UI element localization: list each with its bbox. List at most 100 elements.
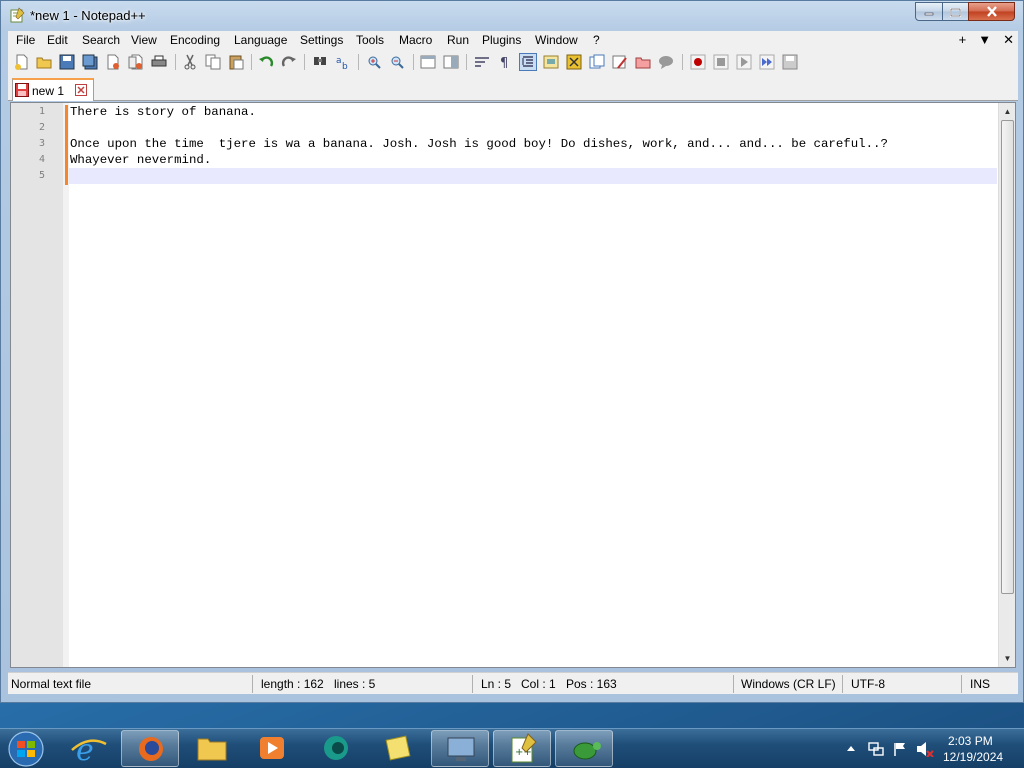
taskbar-internet-explorer[interactable]: e <box>60 730 118 768</box>
tab-new-1[interactable]: new 1 <box>12 78 94 101</box>
find-icon[interactable] <box>312 54 328 70</box>
start-button[interactable] <box>4 730 48 768</box>
scrollbar-thumb[interactable] <box>1001 120 1014 594</box>
menu-search[interactable]: Search <box>82 33 120 47</box>
clock-date[interactable]: 12/19/2024 <box>943 750 1003 764</box>
close-all-icon[interactable] <box>128 54 144 70</box>
firefox-icon <box>139 737 163 761</box>
clock-time[interactable]: 2:03 PM <box>948 734 993 748</box>
status-file-type: Normal text file <box>11 677 92 691</box>
close-window-button[interactable] <box>968 2 1015 21</box>
taskbar-notepad-plus-plus[interactable]: ++ <box>493 730 551 767</box>
close-icon[interactable] <box>75 84 87 96</box>
folder-workspace-icon[interactable] <box>589 54 605 70</box>
status-encoding[interactable]: UTF-8 <box>851 677 885 691</box>
title-bar[interactable]: *new 1 - Notepad++ <box>1 1 1023 31</box>
paste-icon[interactable] <box>228 54 244 70</box>
taskbar-media-player[interactable] <box>243 730 301 767</box>
menu-window[interactable]: Window <box>535 33 578 47</box>
redo-icon[interactable] <box>281 54 297 70</box>
line-number: 4 <box>38 154 45 165</box>
internet-explorer-icon: e <box>71 733 107 768</box>
line-number: 5 <box>38 170 45 181</box>
status-position: Pos : 163 <box>566 677 617 691</box>
change-history-marker <box>65 105 68 185</box>
taskbar-firefox[interactable] <box>121 730 179 767</box>
folder-as-workspace-icon[interactable] <box>635 54 651 70</box>
sync-horizontal-icon[interactable] <box>443 54 459 70</box>
menu-file[interactable]: File <box>16 33 35 47</box>
status-insert-mode: INS <box>970 677 991 691</box>
windows-orb-icon <box>8 731 44 767</box>
menu-view[interactable]: View <box>131 33 157 47</box>
save-all-icon[interactable] <box>82 54 98 70</box>
menu-settings[interactable]: Settings <box>300 33 343 47</box>
zoom-in-icon[interactable] <box>366 54 382 70</box>
scroll-down-arrow-icon[interactable]: ▼ <box>999 650 1016 667</box>
save-macro-icon[interactable] <box>782 54 798 70</box>
editor-pane[interactable]: 1 2 3 4 5 There is story of banana. Once… <box>10 102 1016 668</box>
status-lines: lines : 5 <box>334 677 376 691</box>
system-tray: 2:03 PM 12/19/2024 <box>840 729 1024 768</box>
print-icon[interactable] <box>151 54 167 70</box>
menu-help[interactable]: ? <box>593 33 600 47</box>
show-all-characters-icon[interactable]: ¶ <box>497 54 513 70</box>
menu-tools[interactable]: Tools <box>356 33 384 47</box>
replace-icon[interactable]: ab <box>335 54 351 70</box>
menu-encoding[interactable]: Encoding <box>170 33 220 47</box>
tab-list-button[interactable]: ▼ <box>978 32 991 48</box>
status-eol[interactable]: Windows (CR LF) <box>741 677 836 691</box>
close-icon <box>986 6 997 17</box>
menu-plugins[interactable]: Plugins <box>482 33 521 47</box>
scroll-up-arrow-icon[interactable]: ▲ <box>999 103 1016 120</box>
stop-macro-icon[interactable] <box>713 54 729 70</box>
code-line[interactable]: Once upon the time tjere is wa a banana.… <box>70 136 888 152</box>
code-line[interactable]: Whayever nevermind. <box>70 152 211 168</box>
restore-icon <box>950 7 961 17</box>
run-macro-multiple-icon[interactable] <box>759 54 775 70</box>
speech-bubble-icon[interactable] <box>658 54 674 70</box>
doc-map-icon[interactable] <box>543 54 559 70</box>
menu-language[interactable]: Language <box>234 33 287 47</box>
sync-vertical-icon[interactable] <box>420 54 436 70</box>
undo-icon[interactable] <box>258 54 274 70</box>
record-macro-icon[interactable] <box>690 54 706 70</box>
status-line-number: Ln : 5 <box>481 677 512 691</box>
cut-icon[interactable] <box>182 54 198 70</box>
menu-run[interactable]: Run <box>447 33 469 47</box>
function-list-icon[interactable] <box>566 54 582 70</box>
zoom-out-icon[interactable] <box>389 54 405 70</box>
close-file-icon[interactable] <box>105 54 121 70</box>
taskbar-file-explorer[interactable] <box>183 730 241 767</box>
maximize-button[interactable] <box>942 2 969 21</box>
vertical-scrollbar[interactable]: ▲ ▼ <box>998 103 1015 667</box>
close-tab-button[interactable]: ✕ <box>1003 32 1014 48</box>
network-icon[interactable] <box>868 741 884 757</box>
menu-macro[interactable]: Macro <box>399 33 432 47</box>
action-center-flag-icon[interactable] <box>892 741 908 757</box>
volume-muted-icon[interactable] <box>916 741 934 757</box>
copy-icon[interactable] <box>205 54 221 70</box>
code-line[interactable]: There is story of banana. <box>70 104 256 120</box>
status-column: Col : 1 <box>521 677 556 691</box>
play-macro-icon[interactable] <box>736 54 752 70</box>
show-hidden-icons-icon[interactable] <box>846 744 856 752</box>
open-file-icon[interactable] <box>36 54 52 70</box>
notepad-plus-plus-icon <box>10 7 25 23</box>
minimize-button[interactable] <box>915 2 943 21</box>
taskbar-sticky-notes[interactable] <box>369 730 427 767</box>
taskbar-python-turtle[interactable] <box>555 730 613 767</box>
indent-guide-icon[interactable] <box>519 53 537 71</box>
unsaved-file-icon <box>15 83 29 97</box>
svg-text:¶: ¶ <box>500 56 508 70</box>
save-icon[interactable] <box>59 54 75 70</box>
new-file-icon[interactable] <box>14 54 30 70</box>
new-tab-button[interactable]: + <box>959 32 967 48</box>
monitoring-icon[interactable] <box>612 54 628 70</box>
taskbar-remote-desktop[interactable] <box>431 730 489 767</box>
menu-edit[interactable]: Edit <box>47 33 68 47</box>
remote-desktop-icon <box>447 737 475 761</box>
word-wrap-icon[interactable] <box>474 54 490 70</box>
taskbar-app-teal[interactable] <box>307 730 365 767</box>
window-title: *new 1 - Notepad++ <box>30 8 146 23</box>
